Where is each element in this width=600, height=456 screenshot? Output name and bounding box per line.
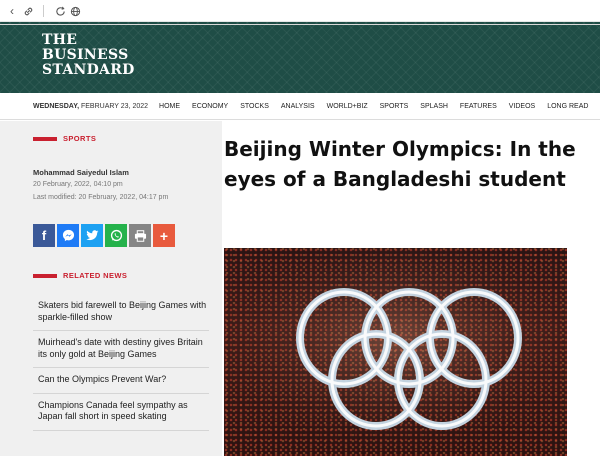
messenger-icon[interactable] [57,224,79,247]
related-bar [33,273,57,278]
print-icon[interactable] [129,224,151,247]
logo-line-1: THE [42,32,78,48]
link-icon[interactable] [20,3,36,19]
nav-home[interactable]: HOME [153,103,186,110]
nav-economy[interactable]: ECONOMY [186,103,234,110]
reload-icon[interactable] [52,3,68,19]
masthead: THE BUSINESS STANDARD [0,22,600,93]
masthead-rule [0,24,600,25]
related-news-label: RELATED NEWS [33,271,127,280]
nav-stocks[interactable]: STOCKS [234,103,275,110]
date-text: FEBRUARY 23, 2022 [80,102,149,110]
section-label[interactable]: SPORTS [33,134,96,143]
related-item[interactable]: Can the Olympics Prevent War? [33,368,209,394]
nav-videos[interactable]: VIDEOS [503,103,541,110]
author-name[interactable]: Mohammad Saiyedul Islam [33,168,129,177]
modified-date: Last modified: 20 February, 2022, 04:17 … [33,194,169,201]
twitter-icon[interactable] [81,224,103,247]
related-title: RELATED NEWS [63,271,128,280]
toolbar-divider [43,5,44,17]
nav-world-biz[interactable]: WORLD+BIZ [321,103,374,110]
article-headline: Beijing Winter Olympics: In the eyes of … [224,137,576,191]
main-nav: WEDNESDAY, FEBRUARY 23, 2022 HOME ECONOM… [0,93,600,120]
related-item[interactable]: Muirhead's date with destiny gives Brita… [33,331,209,368]
nav-features[interactable]: FEATURES [454,103,503,110]
nav-splash[interactable]: SPLASH [414,103,454,110]
whatsapp-icon[interactable] [105,224,127,247]
related-news-list: Skaters bid farewell to Beijing Games wi… [33,294,209,431]
nav-long-read[interactable]: LONG READ [541,103,594,110]
weekday: WEDNESDAY, [33,102,80,110]
current-date: WEDNESDAY, FEBRUARY 23, 2022 [33,103,148,110]
facebook-icon[interactable]: f [33,224,55,247]
nav-analysis[interactable]: ANALYSIS [275,103,321,110]
site-logo[interactable]: THE BUSINESS STANDARD [42,33,135,78]
nav-sports[interactable]: SPORTS [374,103,415,110]
logo-line-2: BUSINESS [42,47,129,63]
globe-icon [67,3,83,19]
more-plus-icon[interactable]: + [153,224,175,247]
share-bar: f + [33,224,175,247]
related-item[interactable]: Champions Canada feel sympathy as Japan … [33,394,209,431]
logo-line-3: STANDARD [42,62,135,78]
article-photo [224,248,567,456]
section-bar [33,136,57,141]
published-date: 20 February, 2022, 04:10 pm [33,181,123,188]
browser-toolbar: ‹ [0,0,600,22]
olympic-rings-graphic [224,248,567,456]
section-name: SPORTS [63,134,97,143]
related-item[interactable]: Skaters bid farewell to Beijing Games wi… [33,294,209,331]
back-icon[interactable]: ‹ [4,3,20,19]
